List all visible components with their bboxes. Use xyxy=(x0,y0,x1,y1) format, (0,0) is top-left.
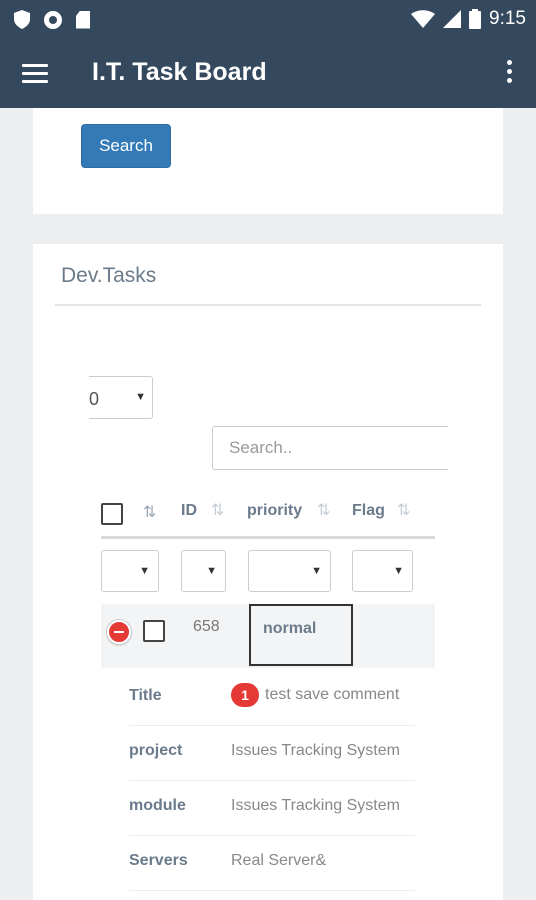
battery-icon xyxy=(469,9,482,29)
divider xyxy=(55,304,481,306)
search-card: Search xyxy=(33,108,503,214)
chevron-down-icon: ▼ xyxy=(135,391,146,403)
app-title: I.T. Task Board xyxy=(92,58,267,86)
card-title: Dev.Tasks xyxy=(61,264,157,287)
filter-select-flag[interactable]: ▼ xyxy=(352,550,413,592)
search-button[interactable]: Search xyxy=(81,124,171,168)
chevron-down-icon: ▼ xyxy=(393,565,404,577)
row-id: 658 xyxy=(193,618,220,635)
shield-icon xyxy=(14,10,30,29)
collapse-row-icon[interactable] xyxy=(107,620,131,644)
detail-value-module: Issues Tracking System xyxy=(231,797,400,814)
detail-label-title: Title xyxy=(129,687,162,704)
detail-value-servers: Real Server& xyxy=(231,852,327,869)
column-header-priority[interactable]: priority xyxy=(247,502,302,520)
filter-select-id[interactable]: ▼ xyxy=(181,550,226,592)
hamburger-menu-icon[interactable] xyxy=(22,64,48,84)
sort-numeric-icon[interactable]: ⇅ xyxy=(143,502,156,522)
chevron-down-icon: ▼ xyxy=(206,565,217,577)
table-row[interactable]: 658 normal xyxy=(101,604,435,668)
chevron-down-icon: ▼ xyxy=(311,565,322,577)
detail-item: Title 1 test save comment xyxy=(129,671,415,726)
wifi-icon xyxy=(411,10,436,28)
detail-value-project: Issues Tracking System xyxy=(231,742,400,759)
page-length-value: 0 xyxy=(89,389,100,409)
detail-item: project Issues Tracking System xyxy=(129,726,415,781)
header-divider xyxy=(101,536,435,539)
chevron-down-icon: ▼ xyxy=(139,565,150,577)
table-search-input[interactable] xyxy=(212,426,448,470)
detail-item: Servers Real Server& xyxy=(129,836,415,891)
sort-icon[interactable]: ⇅ xyxy=(317,500,330,520)
select-all-checkbox[interactable] xyxy=(101,503,123,525)
page-length-select[interactable]: 0 ▼ xyxy=(89,376,153,419)
comment-count-badge[interactable]: 1 xyxy=(231,683,259,707)
priority-cell[interactable]: normal xyxy=(249,604,353,666)
row-checkbox[interactable] xyxy=(143,620,165,642)
column-header-id[interactable]: ID xyxy=(181,502,197,520)
overflow-menu-icon[interactable] xyxy=(504,60,514,88)
table-header-row: ⇅ ID ⇅ priority ⇅ Flag ⇅ xyxy=(101,492,435,536)
detail-label-servers: Servers xyxy=(129,852,188,869)
app-bar: I.T. Task Board xyxy=(0,40,536,108)
detail-label-project: project xyxy=(129,742,183,759)
filter-select[interactable]: ▼ xyxy=(101,550,159,592)
sort-icon[interactable]: ⇅ xyxy=(397,500,410,520)
detail-label-module: module xyxy=(129,797,186,814)
record-icon xyxy=(44,10,62,29)
status-bar: 9:15 xyxy=(0,0,536,40)
detail-value-title: 1 test save comment xyxy=(231,683,399,707)
detail-item: module Issues Tracking System xyxy=(129,781,415,836)
sort-icon[interactable]: ⇅ xyxy=(211,500,224,520)
signal-icon xyxy=(443,10,462,28)
filter-select-priority[interactable]: ▼ xyxy=(248,550,331,592)
row-details: Title 1 test save comment project Issues … xyxy=(129,671,415,891)
sd-card-icon xyxy=(76,10,90,29)
tasks-table-panel: 0 ▼ ⇅ ID ⇅ priority ⇅ Flag ⇅ ▼ ▼ ▼ ▼ 658… xyxy=(89,326,475,900)
dev-tasks-card: Dev.Tasks 0 ▼ ⇅ ID ⇅ priority ⇅ Flag ⇅ ▼… xyxy=(33,244,503,900)
clock-time: 9:15 xyxy=(489,8,526,29)
column-header-flag[interactable]: Flag xyxy=(352,502,385,520)
comment-text[interactable]: test save comment xyxy=(265,686,399,703)
